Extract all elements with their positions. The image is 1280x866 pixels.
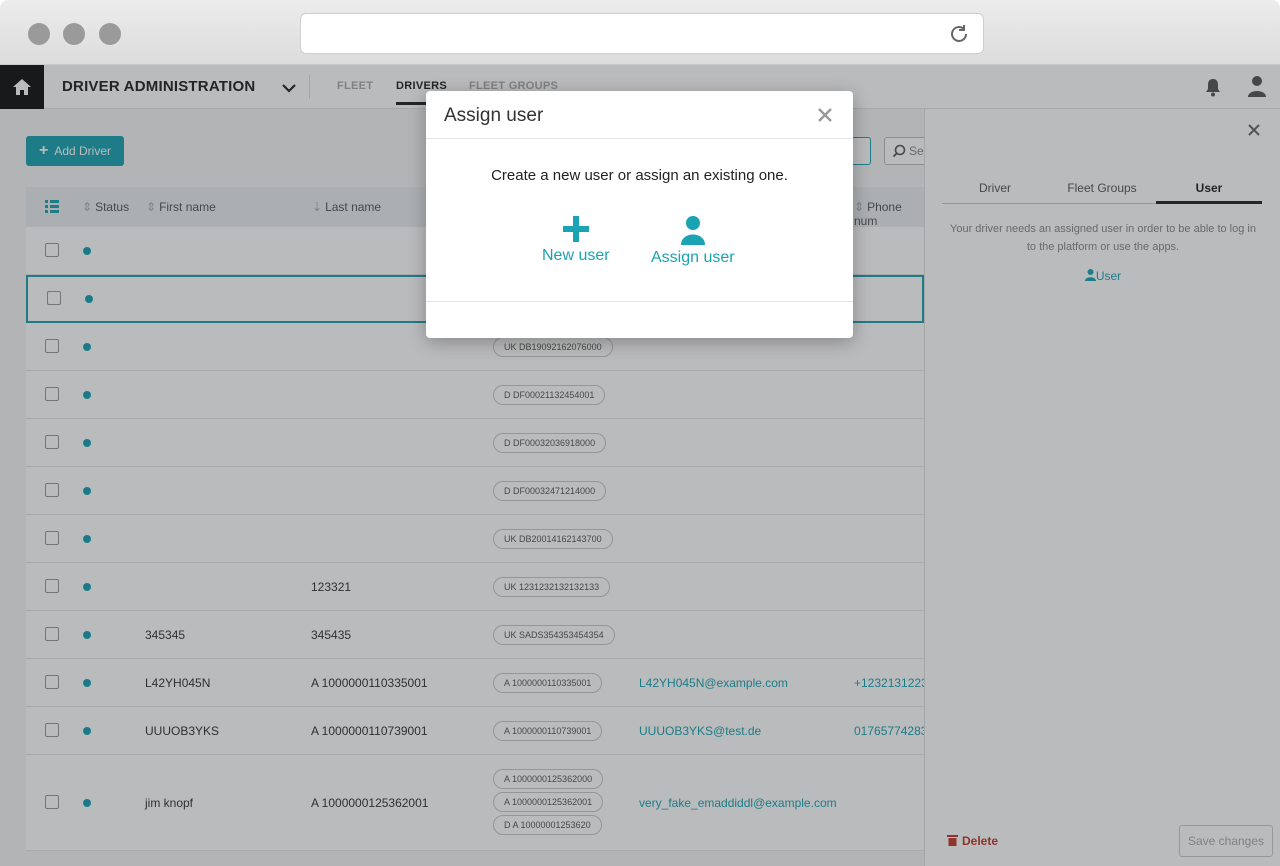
- assign-user-button[interactable]: Assign user: [651, 215, 735, 267]
- close-icon[interactable]: [817, 107, 833, 123]
- address-bar[interactable]: [300, 13, 984, 54]
- modal-header: Assign user: [426, 91, 853, 139]
- user-icon: [680, 216, 705, 245]
- modal-body: Create a new user or assign an existing …: [426, 139, 853, 302]
- reload-icon[interactable]: [947, 22, 971, 46]
- assign-user-modal: Assign user Create a new user or assign …: [426, 91, 853, 338]
- new-user-label: New user: [542, 247, 610, 264]
- new-user-button[interactable]: New user: [542, 215, 610, 265]
- browser-chrome: [0, 0, 1280, 65]
- modal-title: Assign user: [444, 105, 544, 126]
- plus-icon: [562, 216, 589, 242]
- window-minimize-dot[interactable]: [63, 23, 85, 45]
- assign-user-label: Assign user: [651, 249, 735, 266]
- window-close-dot[interactable]: [28, 23, 50, 45]
- window-maximize-dot[interactable]: [99, 23, 121, 45]
- modal-message: Create a new user or assign an existing …: [491, 167, 788, 184]
